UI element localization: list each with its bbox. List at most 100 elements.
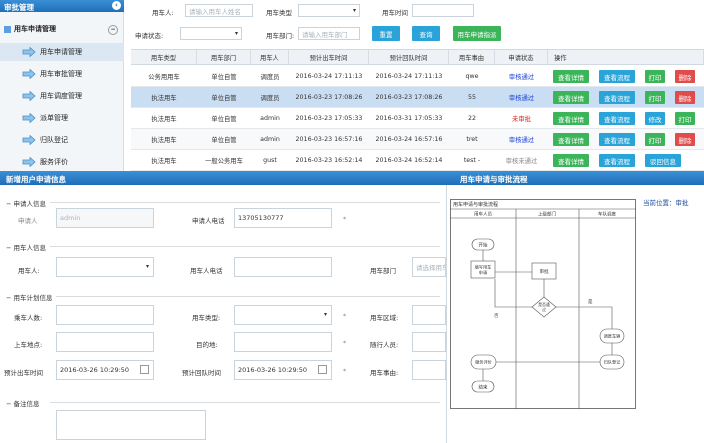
column-header-6: 申请状态: [495, 50, 548, 64]
flow-header: 用车申请与审批流程: [446, 171, 704, 185]
section-divider: [50, 402, 440, 403]
area-field[interactable]: [412, 305, 446, 325]
destination-field[interactable]: [234, 332, 332, 352]
node-approve: 审批: [531, 262, 557, 280]
edge-no-label: 否: [494, 313, 499, 319]
reason-label: 用车事由:: [370, 369, 399, 377]
car-type-select[interactable]: ▾: [234, 305, 332, 325]
applicant-field: admin: [56, 208, 154, 228]
passengers-field[interactable]: [56, 305, 154, 325]
node-return: 归队登记: [599, 354, 625, 370]
chevron-down-icon: ▾: [145, 263, 149, 270]
row-action-button[interactable]: 打印: [645, 70, 665, 83]
row-action-button[interactable]: 查看详情: [553, 70, 589, 83]
row-action-button[interactable]: 查看流程: [599, 112, 635, 125]
table-row[interactable]: 执法用车 单位自管 admin 2016-03-23 17:05:33 2016-03-…: [131, 108, 704, 129]
lane-dispatch: 车队调度: [598, 211, 616, 218]
column-header-5: 用车事由: [449, 50, 495, 64]
arrow-right-icon: [22, 69, 36, 79]
table-cell: admin: [260, 135, 280, 143]
svg-text:归队登记: 归队登记: [604, 359, 622, 366]
collapse-group-icon[interactable]: −: [108, 25, 118, 35]
table-cell: test -: [463, 156, 481, 164]
svg-text:结束: 结束: [479, 384, 488, 391]
user-phone-label: 用车人电话: [190, 267, 223, 275]
search-button[interactable]: 查询: [412, 26, 440, 41]
out-time-field[interactable]: 2016-03-26 10:29:50: [56, 360, 154, 380]
collapse-icon[interactable]: −: [6, 294, 11, 302]
table-row[interactable]: 执法用车 单位自管 admin 2016-03-23 16:57:16 2016-03-…: [131, 129, 704, 150]
row-action-button[interactable]: 驳回信息: [645, 154, 681, 167]
destination-label: 目的地:: [196, 341, 218, 349]
arrow-right-icon: [22, 135, 36, 145]
back-time-field[interactable]: 2016-03-26 10:29:50: [234, 360, 332, 380]
row-action-button[interactable]: 删除: [675, 70, 695, 83]
table-cell: 单位自管: [211, 136, 237, 144]
pickup-field[interactable]: [56, 332, 154, 352]
row-action-button[interactable]: 查看详情: [553, 112, 589, 125]
user-dept-field[interactable]: 请选择用车: [412, 257, 446, 277]
row-action-button[interactable]: 打印: [645, 133, 665, 146]
status-badge: 审核通过: [508, 136, 535, 144]
row-action-button[interactable]: 查看流程: [599, 70, 635, 83]
sidebar-item-0[interactable]: 用车申请管理: [0, 43, 124, 61]
row-action-button[interactable]: 查看详情: [553, 154, 589, 167]
chevron-down-icon: ▾: [323, 311, 327, 318]
filter-status-select[interactable]: ▾: [180, 27, 242, 40]
sidebar-item-2[interactable]: 用车调度管理: [0, 87, 124, 105]
filter-user-input[interactable]: 请输入用车人姓名: [185, 4, 253, 17]
row-action-button[interactable]: 查看详情: [553, 91, 589, 104]
row-action-button[interactable]: 删除: [675, 133, 695, 146]
filter-type-select[interactable]: ▾: [298, 4, 360, 17]
table-cell: 2016-03-23 16:52:14: [295, 156, 363, 164]
collapse-icon[interactable]: −: [6, 400, 11, 408]
table-row[interactable]: 公务用用车 单位自管 调度员 2016-03-24 17:11:13 2016-03-2…: [131, 66, 704, 87]
row-action-button[interactable]: 查看流程: [599, 133, 635, 146]
calendar-icon[interactable]: [318, 365, 327, 374]
sidebar-item-4[interactable]: 归队登记: [0, 131, 124, 149]
calendar-icon[interactable]: [140, 365, 149, 374]
sidebar-item-1[interactable]: 用车审批管理: [0, 65, 124, 83]
plan-section: − 用车计划信息: [6, 294, 53, 302]
sidebar-group-car-apply[interactable]: 用车申请管理 −: [0, 22, 124, 36]
row-action-button[interactable]: 查看流程: [599, 91, 635, 104]
companions-field[interactable]: [412, 332, 446, 352]
row-action-button[interactable]: 删除: [675, 91, 695, 104]
table-cell: 2016-03-23 17:05:33: [295, 114, 363, 122]
remark-field[interactable]: [56, 410, 206, 440]
breadcrumb-location: 当前位置：审批: [643, 199, 689, 207]
sidebar-item-5[interactable]: 服务评价: [0, 153, 124, 171]
table-row[interactable]: 执法用车 一般公务用车 gust 2016-03-23 16:52:14 2016-03…: [131, 150, 704, 171]
arrow-right-icon: [22, 91, 36, 101]
user-select[interactable]: ▾: [56, 257, 154, 277]
collapse-icon[interactable]: −: [6, 200, 11, 208]
filter-time-input[interactable]: [412, 4, 474, 17]
applicant-label: 申请人: [18, 217, 38, 225]
user-phone-field[interactable]: [234, 257, 332, 277]
apply-assign-button[interactable]: 用车申请指派: [453, 26, 501, 41]
svg-text:过: 过: [542, 307, 546, 312]
row-action-button[interactable]: 查看详情: [553, 133, 589, 146]
table-row[interactable]: 执法用车 单位自管 调度员 2016-03-23 17:08:26 2016-03-23…: [131, 87, 704, 108]
applicant-phone-field[interactable]: 13705130777: [234, 208, 332, 228]
arrow-right-icon: [22, 113, 36, 123]
node-dispatch: 调度车辆: [599, 328, 625, 344]
filter-dept-label: 用车部门:: [266, 32, 295, 40]
required-mark: *: [343, 339, 347, 347]
reason-field[interactable]: [412, 360, 446, 380]
filter-dept-input[interactable]: 请输入用车部门: [298, 27, 360, 40]
arrow-right-icon: [22, 47, 36, 57]
row-action-button[interactable]: 查看流程: [599, 154, 635, 167]
status-badge: 未审批: [512, 115, 531, 123]
row-action-button[interactable]: 修改: [645, 112, 665, 125]
sidebar-item-3[interactable]: 派单管理: [0, 109, 124, 127]
chevron-down-icon: ▾: [234, 30, 238, 37]
row-action-button[interactable]: 打印: [645, 91, 665, 104]
row-action-button[interactable]: 打印: [675, 112, 695, 125]
car-type-label: 用车类型:: [192, 314, 221, 322]
table-cell: 2016-03-24 16:52:14: [375, 156, 443, 164]
collapse-icon[interactable]: ‹: [112, 1, 121, 10]
reset-button[interactable]: 重置: [372, 26, 400, 41]
collapse-icon[interactable]: −: [6, 244, 11, 252]
column-header-3: 预计出车时间: [289, 50, 369, 64]
